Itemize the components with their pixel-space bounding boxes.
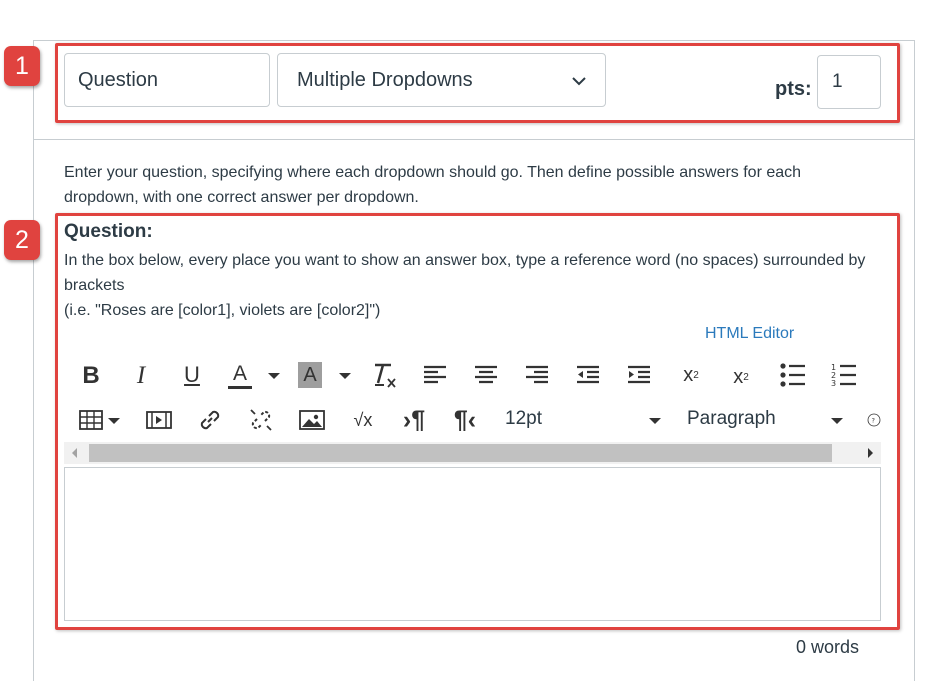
rtl-paragraph-icon[interactable]: ¶‹ [451,405,479,435]
callout-badge-1: 1 [4,46,40,86]
rich-text-editor-area[interactable] [64,467,881,621]
html-editor-link[interactable]: HTML Editor [705,325,794,343]
align-left-icon[interactable] [422,363,448,387]
instructions-line-2: (i.e. "Roses are [color1], violets are [… [64,302,381,319]
points-label: pts: [775,78,812,100]
align-center-icon[interactable] [473,363,499,387]
block-format-caret-icon[interactable] [831,418,843,424]
toolbar-horizontal-scrollbar[interactable] [64,442,881,464]
block-format-select[interactable]: Paragraph [687,408,776,430]
question-type-value: Multiple Dropdowns [297,68,473,91]
superscript-mark: 2 [693,369,699,381]
points-value: 1 [832,71,843,92]
svg-text:3: 3 [831,379,836,388]
chevron-down-icon [572,69,586,92]
unlink-icon[interactable] [248,406,274,434]
table-icon[interactable] [78,408,104,432]
scrollbar-thumb[interactable] [89,444,832,462]
word-count: 0 words [796,637,860,657]
indent-icon[interactable] [626,363,652,387]
align-right-icon[interactable] [524,363,550,387]
italic-icon[interactable]: I [128,362,154,390]
instructions: In the box below, every place you want t… [64,248,872,323]
points-input[interactable]: 1 [817,55,881,109]
question-name-value: Question [78,68,159,91]
outdent-icon[interactable] [575,363,601,387]
media-icon[interactable] [146,409,172,431]
link-icon[interactable] [197,406,223,434]
clear-formatting-icon[interactable] [372,360,398,390]
question-label: Question: [64,221,153,242]
background-color-caret-icon[interactable] [339,373,351,379]
subscript-icon[interactable]: x2 [726,362,756,392]
background-color-icon[interactable]: A [298,362,322,388]
more-options-icon[interactable]: ? [867,406,881,434]
intro-text: Enter your question, specifying where ea… [64,164,802,206]
subscript-mark: 2 [743,371,749,383]
ltr-paragraph-icon[interactable]: ›¶ [401,405,427,435]
scroll-left-arrow-icon[interactable] [72,448,77,458]
table-caret-icon[interactable] [108,418,120,424]
scroll-right-arrow-icon[interactable] [868,448,873,458]
header-divider [33,139,914,140]
font-size-caret-icon[interactable] [649,418,661,424]
question-name-input[interactable]: Question [64,53,270,107]
numbered-list-icon[interactable]: 123 [830,361,858,389]
underline-icon[interactable]: U [180,360,204,390]
svg-text:?: ? [872,417,875,425]
text-color-icon[interactable]: A [228,362,252,389]
superscript-icon[interactable]: x2 [676,360,706,390]
equation-icon[interactable]: √x [349,408,377,432]
question-type-select[interactable]: Multiple Dropdowns [277,53,606,107]
font-size-select[interactable]: 12pt [505,408,542,430]
bullet-list-icon[interactable] [779,361,807,389]
callout-badge-2: 2 [4,220,40,260]
image-icon[interactable] [299,408,325,432]
text-color-caret-icon[interactable] [268,373,280,379]
instructions-line-1: In the box below, every place you want t… [64,252,866,294]
bold-icon[interactable]: B [78,362,104,390]
